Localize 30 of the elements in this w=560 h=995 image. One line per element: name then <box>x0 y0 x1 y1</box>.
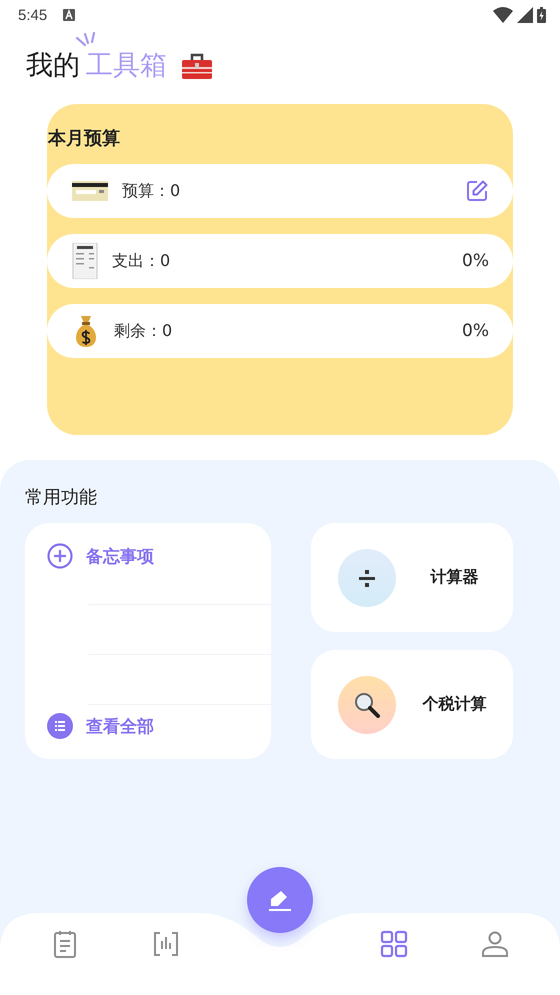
budget-title: 本月预算 <box>47 127 120 150</box>
budget-label: 支出：0 <box>112 250 170 272</box>
divide-icon <box>357 568 377 588</box>
percent-text: 0% <box>462 251 489 271</box>
page-title: 我的 <box>26 50 80 82</box>
view-all-link[interactable]: 查看全部 <box>47 713 154 739</box>
page-title-accent: 工具箱 <box>85 50 167 82</box>
percent-text: 0% <box>462 321 489 341</box>
budget-label: 预算：0 <box>122 180 180 202</box>
toolbox-icon <box>181 52 213 80</box>
plus-circle-icon <box>47 543 73 569</box>
user-icon[interactable] <box>480 929 510 959</box>
magnifier-icon <box>354 692 380 718</box>
battery-icon <box>537 7 546 23</box>
budget-label: 剩余：0 <box>114 320 172 342</box>
tool-button[interactable]: 个税计算 <box>311 650 513 759</box>
signal-icon <box>517 7 533 23</box>
chart-icon[interactable] <box>151 929 181 959</box>
add-memo-link[interactable]: 备忘事项 <box>47 543 154 569</box>
notification-icon <box>63 9 76 21</box>
receipt-icon <box>72 243 98 279</box>
status-time: 5:45 <box>18 6 48 24</box>
bank-card-icon <box>72 179 108 203</box>
edit-fab-button[interactable] <box>247 867 313 933</box>
edit-button[interactable] <box>465 179 489 203</box>
wifi-icon <box>493 7 513 23</box>
list-icon <box>47 713 73 739</box>
section-title: 常用功能 <box>25 486 97 509</box>
tool-button[interactable]: 计算器 <box>311 523 513 632</box>
grid-icon[interactable] <box>379 929 409 959</box>
